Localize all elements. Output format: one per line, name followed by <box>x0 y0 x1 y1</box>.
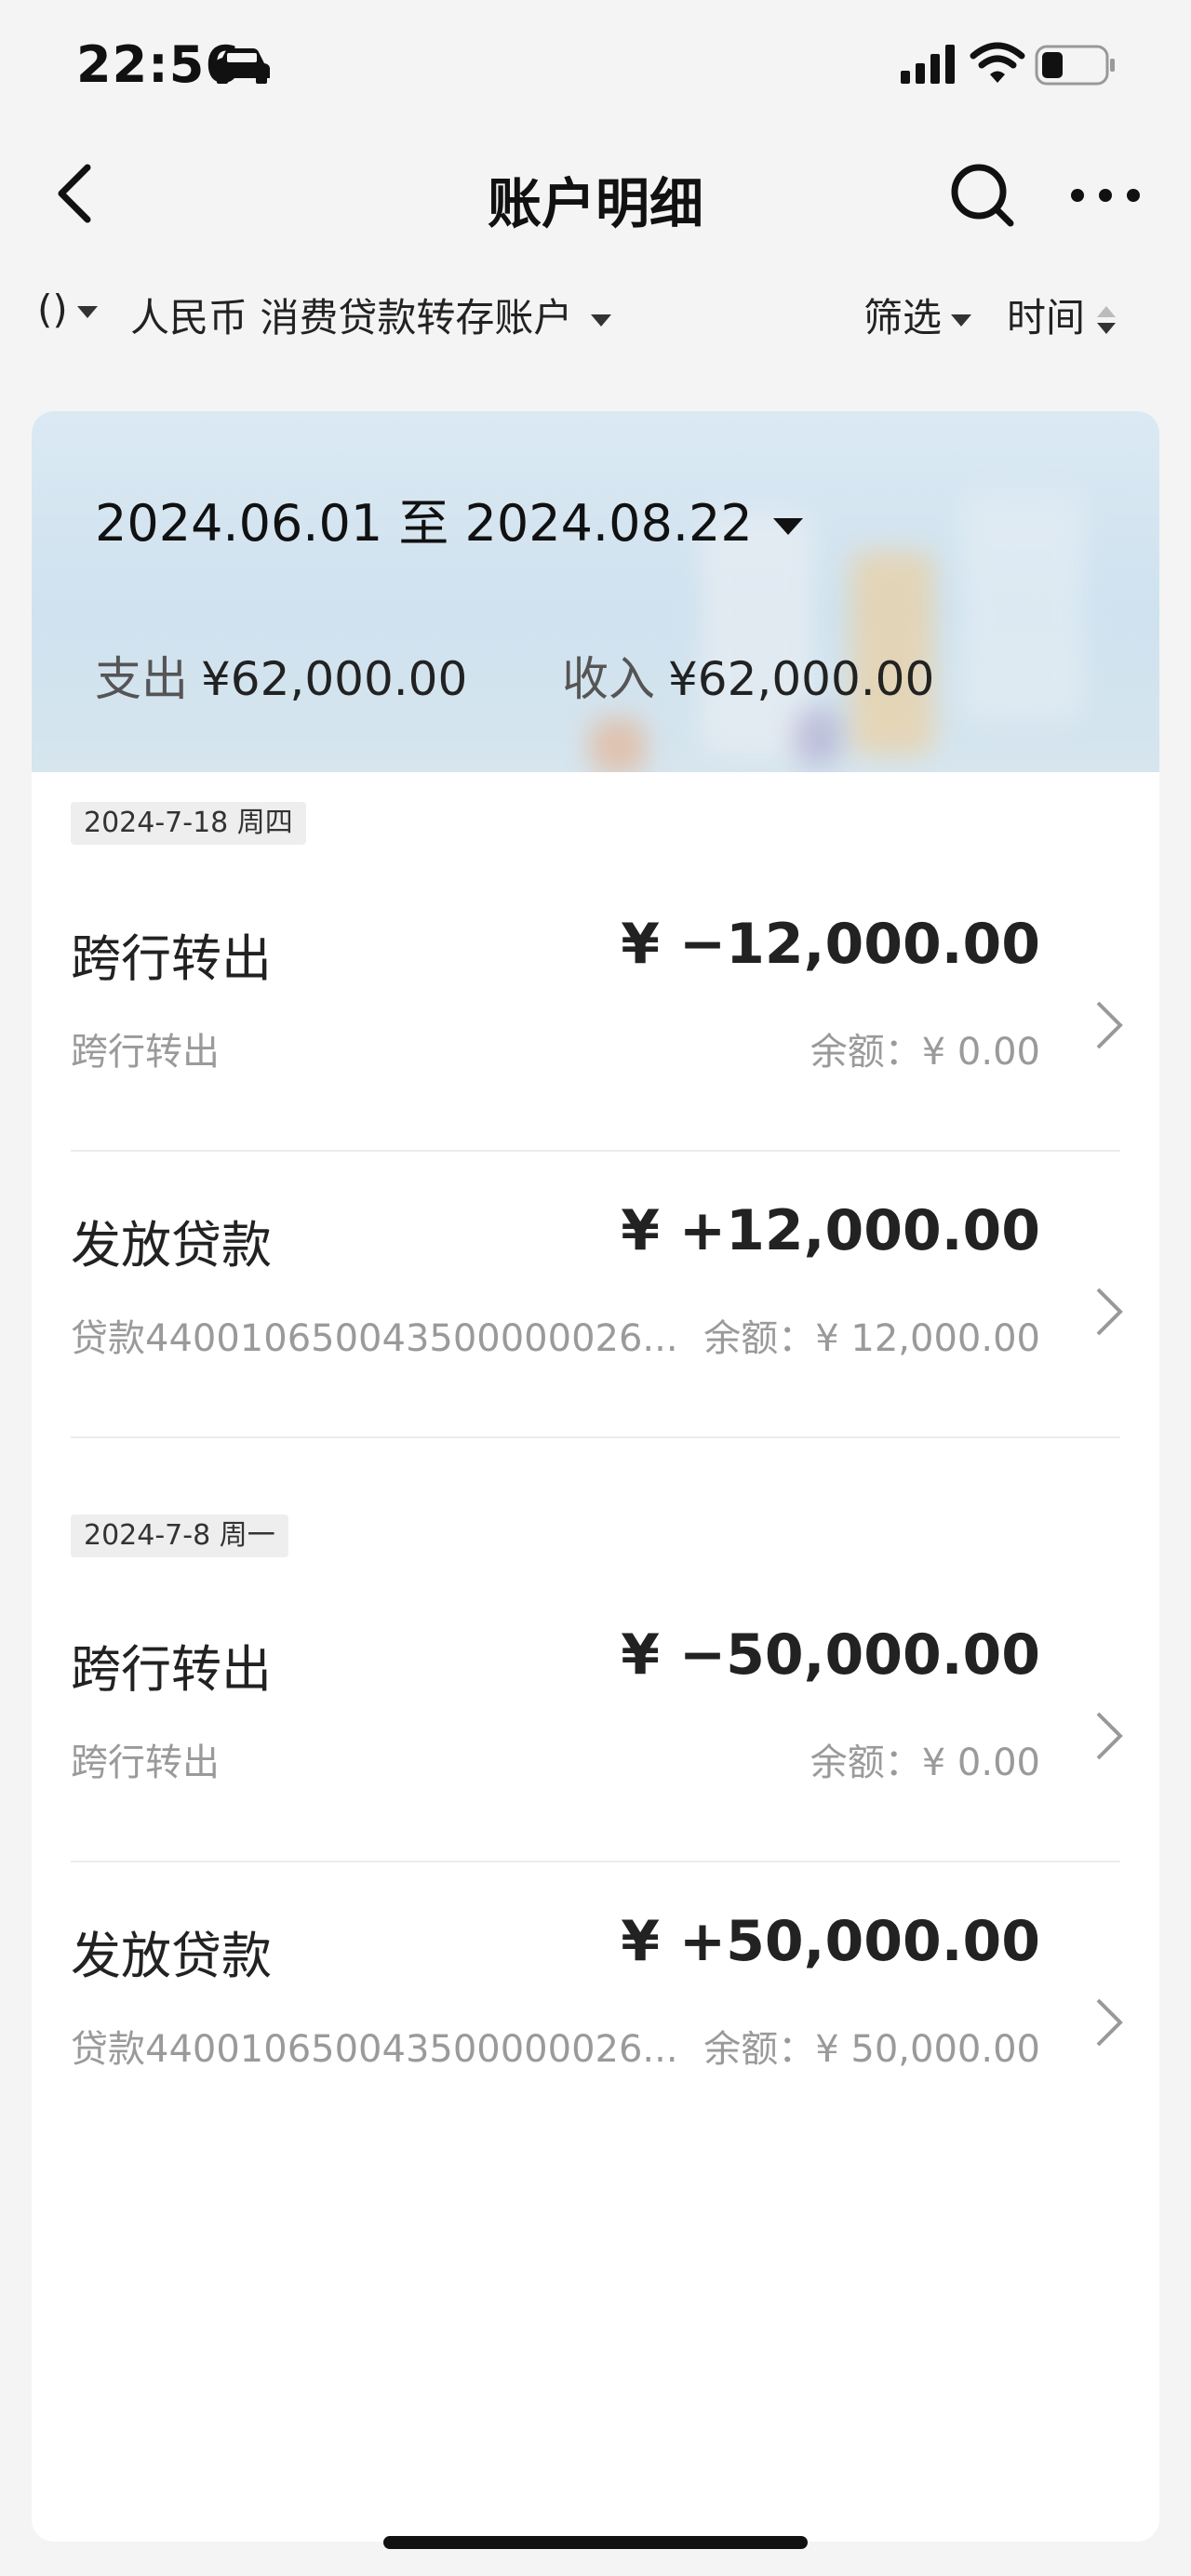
wifi-icon <box>970 42 1025 83</box>
transaction-subtitle: 跨行转出 <box>71 1031 220 1074</box>
filter-label: 筛选 <box>863 295 943 340</box>
chevron-right-icon <box>1096 1998 1123 2047</box>
account-prefix-label: () <box>37 287 68 332</box>
date-range-selector[interactable]: 2024.06.01 至 2024.08.22 <box>95 482 803 555</box>
divider <box>71 1861 1120 1862</box>
filter-button[interactable]: 筛选 <box>863 287 972 343</box>
expense-summary: 支出 ¥62,000.00 <box>95 642 467 709</box>
transaction-row[interactable]: 跨行转出 ¥ −12,000.00 跨行转出 余额：¥ 0.00 <box>32 867 1159 1152</box>
time-sort-button[interactable]: 时间 <box>1007 287 1117 343</box>
chevron-right-icon <box>1096 1288 1123 1336</box>
cellular-signal-icon <box>901 45 955 84</box>
car-icon <box>214 48 270 84</box>
transaction-row[interactable]: 发放贷款 ¥ +12,000.00 贷款44001065004350000002… <box>32 1154 1159 1438</box>
chevron-right-icon <box>1096 1712 1123 1760</box>
date-badge: 2024-7-8 周一 <box>71 1515 288 1557</box>
battery-icon <box>1035 45 1115 86</box>
expense-value: ¥62,000.00 <box>201 652 468 706</box>
divider <box>71 1150 1120 1152</box>
transaction-amount: ¥ −12,000.00 <box>621 912 1040 977</box>
date-range-label: 2024.06.01 至 2024.08.22 <box>95 494 753 553</box>
date-badge: 2024-7-18 周四 <box>71 802 306 845</box>
income-value: ¥62,000.00 <box>668 652 935 706</box>
chevron-down-icon <box>76 306 98 318</box>
transaction-subtitle: 贷款440010650043500000026... <box>71 2028 678 2071</box>
account-prefix-dropdown[interactable]: () <box>37 287 98 332</box>
chevron-down-icon <box>772 518 803 536</box>
transaction-balance: 余额：¥ 0.00 <box>802 1021 1040 1075</box>
income-label: 收入 <box>562 652 655 706</box>
transaction-amount: ¥ −50,000.00 <box>621 1622 1040 1688</box>
search-icon[interactable] <box>947 160 1018 231</box>
transaction-title: 跨行转出 <box>71 1640 272 1699</box>
transaction-balance: 余额：¥ 50,000.00 <box>696 2019 1040 2073</box>
transaction-title: 发放贷款 <box>71 1216 272 1275</box>
transaction-row[interactable]: 跨行转出 ¥ −50,000.00 跨行转出 余额：¥ 0.00 <box>32 1578 1159 1862</box>
time-sort-label: 时间 <box>1007 295 1086 340</box>
summary-banner: 2024.06.01 至 2024.08.22 支出 ¥62,000.00 收入 ¥… <box>32 411 1159 772</box>
transaction-row[interactable]: 发放贷款 ¥ +50,000.00 贷款44001065004350000002… <box>32 1864 1159 2149</box>
transaction-title: 跨行转出 <box>71 929 272 988</box>
home-indicator <box>383 2536 808 2549</box>
chevron-right-icon <box>1096 1001 1123 1049</box>
transaction-amount: ¥ +50,000.00 <box>621 1909 1040 1974</box>
transaction-amount: ¥ +12,000.00 <box>621 1198 1040 1263</box>
account-label: 人民币 消费贷款转存账户 <box>130 295 573 340</box>
transaction-title: 发放贷款 <box>71 1927 272 1985</box>
transaction-balance: 余额：¥ 0.00 <box>802 1732 1040 1786</box>
expense-label: 支出 <box>95 652 188 706</box>
more-icon[interactable] <box>1070 177 1141 214</box>
transaction-subtitle: 跨行转出 <box>71 1742 220 1784</box>
divider <box>71 1436 1120 1438</box>
transaction-balance: 余额：¥ 12,000.00 <box>696 1308 1040 1362</box>
chevron-down-icon <box>591 314 612 327</box>
sort-icon <box>1097 305 1117 334</box>
transaction-card: 2024.06.01 至 2024.08.22 支出 ¥62,000.00 收入 ¥… <box>32 411 1159 2542</box>
income-summary: 收入 ¥62,000.00 <box>562 642 934 709</box>
transaction-subtitle: 贷款440010650043500000026... <box>71 1317 678 1360</box>
account-dropdown[interactable]: 人民币 消费贷款转存账户 <box>130 287 612 343</box>
chevron-down-icon <box>951 314 972 327</box>
